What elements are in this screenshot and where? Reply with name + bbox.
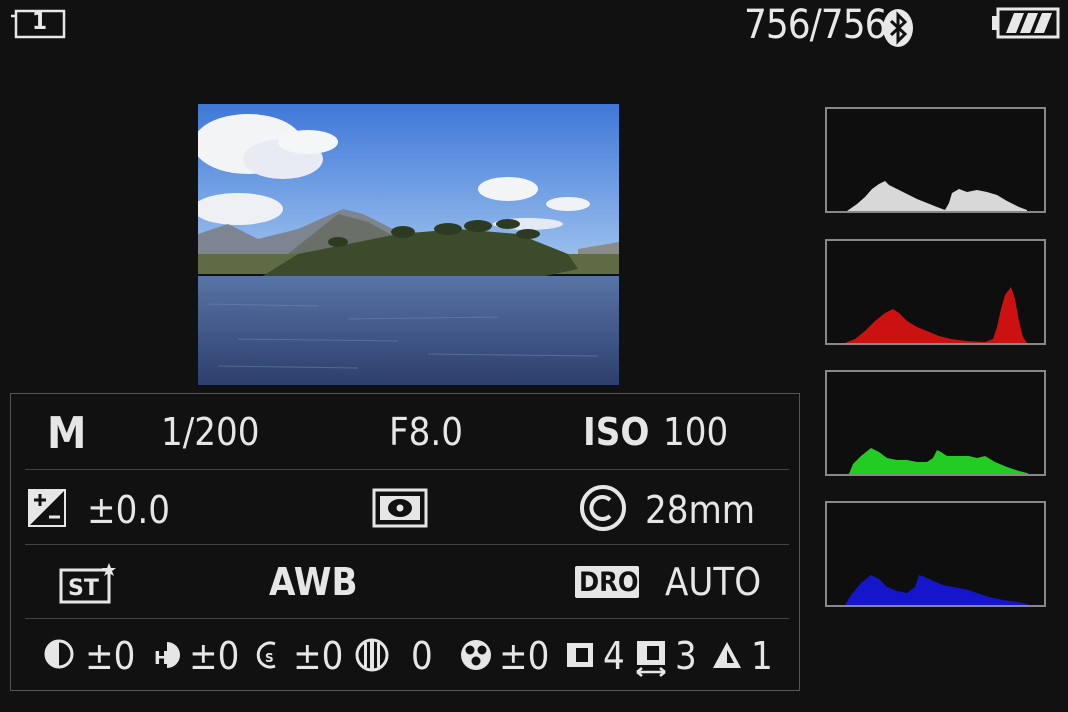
photo-thumbnail[interactable] bbox=[198, 104, 619, 385]
clarity-icon bbox=[711, 640, 743, 670]
bluetooth-icon bbox=[881, 8, 915, 48]
saturation-value: ±0 bbox=[499, 634, 550, 678]
focal-length-value: 28mm bbox=[645, 488, 756, 532]
sharpness-range-icon bbox=[635, 638, 669, 678]
exposure-mode: M bbox=[47, 408, 87, 459]
battery-full-icon bbox=[990, 6, 1060, 40]
iso-label: ISO bbox=[583, 410, 650, 454]
multi-metering-icon bbox=[372, 488, 428, 528]
histogram-green bbox=[825, 370, 1046, 476]
dro-label: DRO bbox=[579, 567, 639, 598]
histogram-red bbox=[825, 239, 1046, 345]
shot-counter: 756/756 bbox=[744, 2, 887, 48]
sharpness-range-value: 3 bbox=[675, 634, 697, 678]
exposure-compensation-value: ±0.0 bbox=[87, 488, 170, 532]
shooting-info-panel: M 1/200 F8.0 ISO 100 ±0.0 28mm ST AWB DR… bbox=[10, 393, 800, 691]
histogram-green-fill bbox=[849, 448, 1029, 474]
clarity-value: 1 bbox=[751, 634, 773, 678]
histogram-red-fill bbox=[845, 287, 1027, 343]
sharpness-value: 4 bbox=[603, 634, 625, 678]
row-divider bbox=[25, 544, 789, 545]
shadows-icon: S bbox=[255, 640, 285, 670]
contrast-icon bbox=[43, 638, 75, 670]
histogram-blue-fill bbox=[845, 575, 1029, 605]
dro-badge: DRO bbox=[575, 566, 639, 598]
highlights-value: ±0 bbox=[189, 634, 240, 678]
row-divider bbox=[25, 469, 789, 470]
highlights-icon: H bbox=[153, 640, 183, 670]
dro-value: AUTO bbox=[665, 560, 762, 604]
memory-slot-number: 1 bbox=[32, 7, 48, 35]
white-balance: AWB bbox=[269, 560, 358, 604]
shutter-speed: 1/200 bbox=[161, 410, 260, 454]
histogram-luminance-fill bbox=[847, 181, 1027, 211]
shadows-value: ±0 bbox=[293, 634, 344, 678]
histogram-luminance bbox=[825, 107, 1046, 213]
svg-text:S: S bbox=[265, 651, 274, 665]
histogram-blue bbox=[825, 501, 1046, 607]
creative-style-standard-icon: ST bbox=[59, 562, 117, 604]
iso-value: 100 bbox=[663, 410, 729, 454]
svg-text:ST: ST bbox=[68, 576, 99, 601]
exposure-compensation-icon bbox=[27, 488, 67, 528]
focal-length-icon bbox=[579, 484, 627, 532]
fade-value: 0 bbox=[411, 634, 433, 678]
sharpness-icon bbox=[565, 640, 595, 670]
aperture-value: F8.0 bbox=[389, 410, 464, 454]
fade-icon bbox=[355, 638, 389, 672]
contrast-value: ±0 bbox=[85, 634, 136, 678]
svg-text:H: H bbox=[154, 648, 169, 669]
row-divider bbox=[25, 618, 789, 619]
saturation-icon bbox=[459, 638, 493, 672]
